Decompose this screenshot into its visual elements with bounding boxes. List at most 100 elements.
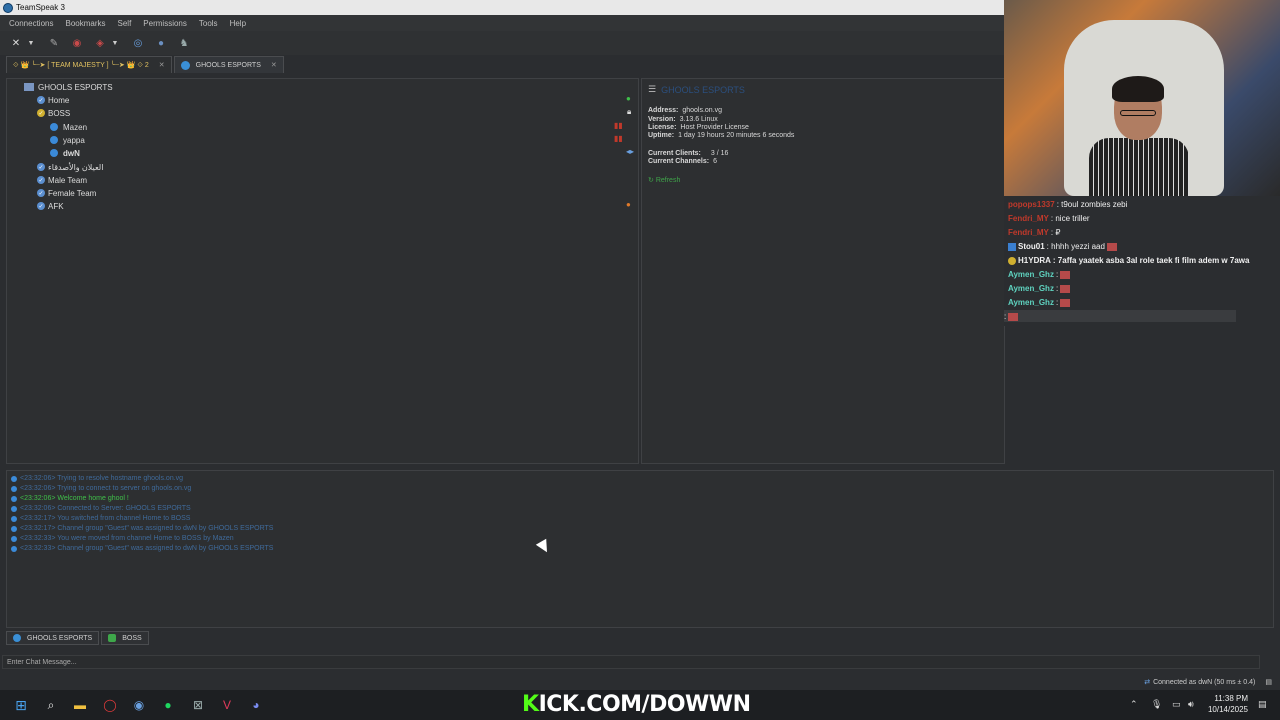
subscribe-icon[interactable]: ◎	[132, 37, 144, 49]
search-icon[interactable]: ⌕	[43, 697, 59, 713]
value: ghools.on.vg	[682, 107, 723, 114]
chat-text: :	[1055, 298, 1059, 307]
server-tabs: ⟐ 👑 ╰┈➤ [ TEAM MAJESTY ] ╰┈➤ 👑 ⟐ 2 ✕ GHO…	[0, 56, 1004, 73]
label: Current Clients:	[648, 150, 701, 157]
menu-permissions[interactable]: Permissions	[143, 19, 187, 28]
chat-text: : t9oul zombies zebi	[1056, 200, 1128, 209]
server-icon	[13, 634, 21, 642]
opera-icon[interactable]: ◯	[102, 697, 118, 713]
mute-speakers-icon[interactable]: ◉	[71, 37, 83, 49]
volume-icon[interactable]: 🔊︎	[1188, 699, 1194, 710]
menu-connections[interactable]: Connections	[9, 19, 53, 28]
dropdown-chevron-icon[interactable]: ▼	[25, 37, 37, 49]
label: License:	[648, 124, 677, 131]
stream-chat: popops1337: t9oul zombies zebi Fendri_MY…	[1004, 196, 1280, 326]
channel-icon: ✓	[37, 189, 45, 197]
version-row: Version: 3.13.6 Linux	[648, 116, 718, 123]
menu-self[interactable]: Self	[118, 19, 132, 28]
shirt	[1089, 138, 1189, 196]
tree-server[interactable]: GHOOLS ESPORTS	[24, 81, 113, 93]
window-title: TeamSpeak 3	[16, 3, 65, 12]
menu-help[interactable]: Help	[230, 19, 246, 28]
discord-icon[interactable]: ◕	[248, 697, 264, 713]
emote-icon	[1106, 242, 1117, 251]
dropdown-chevron-icon[interactable]: ▼	[109, 37, 121, 49]
toolbar: ✕ ▼ ✎ ◉ ◈ ▼ ◎ ● ♞	[0, 31, 1004, 55]
channel-male-team[interactable]: ✓ Male Team	[37, 174, 87, 186]
client-yappa[interactable]: yappa	[50, 134, 85, 146]
info-icon	[11, 545, 17, 552]
info-icon	[11, 505, 17, 512]
speaker-icon: ◂▸	[626, 147, 635, 156]
chat-message: Fendri_MY: nice triller	[1008, 214, 1090, 223]
xbox-icon[interactable]: ⊠	[190, 697, 206, 713]
client-dwn[interactable]: dwN	[50, 147, 80, 159]
teamspeak-icon[interactable]: ◉	[131, 697, 147, 713]
disconnect-icon[interactable]: ✕	[10, 37, 22, 49]
info-icon	[11, 475, 17, 482]
log-line: <23:32:33> You were moved from channel H…	[11, 535, 234, 542]
file-explorer-icon[interactable]: ▬	[72, 697, 88, 713]
news-icon[interactable]: ▤	[1265, 678, 1272, 686]
chat-message-input[interactable]: Enter Chat Message...	[2, 655, 1260, 669]
mute-microphone-icon[interactable]: ✎	[48, 37, 60, 49]
emote-icon	[1060, 298, 1071, 307]
start-icon[interactable]: ⊞	[13, 697, 29, 713]
info-icon	[11, 485, 17, 492]
log-text: <23:32:33> Channel group "Guest" was ass…	[20, 545, 274, 552]
chat-placeholder: Enter Chat Message...	[7, 658, 77, 666]
clients-row: Current Clients: 3 / 16	[648, 150, 728, 157]
log-text: <23:32:17> Channel group "Guest" was ass…	[20, 525, 274, 532]
chat-text: : ₽	[1050, 228, 1061, 237]
tab-team-majesty[interactable]: ⟐ 👑 ╰┈➤ [ TEAM MAJESTY ] ╰┈➤ 👑 ⟐ 2 ✕	[6, 56, 172, 73]
label: Address:	[648, 107, 679, 114]
notification-icon[interactable]: ▤	[1258, 699, 1267, 710]
menu-tools[interactable]: Tools	[199, 19, 218, 28]
log-line: <23:32:17> Channel group "Guest" was ass…	[11, 525, 273, 532]
channel-friends[interactable]: ✓ العيلان والأصدقاء	[37, 161, 103, 173]
channel-home[interactable]: ✓ Home	[37, 94, 69, 106]
chat-tab-channel[interactable]: BOSS	[101, 631, 149, 645]
away-icon[interactable]: ◈	[94, 37, 106, 49]
chat-tab-server[interactable]: GHOOLS ESPORTS	[6, 631, 100, 645]
label: Version:	[648, 116, 676, 123]
chat-text: :	[1004, 312, 1007, 321]
channel-boss[interactable]: ✓ BOSS	[37, 107, 70, 119]
group-badge-icon: ▮▮	[614, 134, 623, 143]
spotify-icon[interactable]: ●	[160, 697, 176, 713]
close-icon[interactable]: ✕	[159, 61, 165, 69]
log-text: <23:32:06> Connected to Server: GHOOLS E…	[20, 505, 191, 512]
channel-label: AFK	[48, 201, 64, 211]
client-mazen[interactable]: Mazen	[50, 121, 87, 133]
chat-user: popops1337	[1008, 200, 1055, 209]
info-icon	[11, 535, 17, 542]
chat-tab-label: GHOOLS ESPORTS	[27, 634, 93, 642]
tab-ghools-esports[interactable]: GHOOLS ESPORTS ✕	[173, 56, 284, 73]
lock-icon: 🔒︎	[627, 107, 632, 116]
menu-bookmarks[interactable]: Bookmarks	[65, 19, 105, 28]
refresh-link[interactable]: ↻ Refresh	[648, 176, 680, 184]
close-icon[interactable]: ✕	[271, 61, 277, 69]
chevron-up-icon[interactable]: ⌃	[1130, 699, 1138, 710]
channel-icon: ✓	[37, 176, 45, 184]
microphone-icon[interactable]: 🎙︎	[1151, 699, 1162, 710]
channel-afk[interactable]: ✓ AFK	[37, 200, 64, 212]
network-icon[interactable]: ▭	[1172, 699, 1181, 710]
hair	[1112, 76, 1164, 102]
group-badge-icon: ▮▮	[614, 121, 623, 130]
stream-chat-input: :	[1004, 310, 1236, 322]
avatar-icon[interactable]: ●	[155, 37, 167, 49]
log-text: <23:32:17> You switched from channel Hom…	[20, 515, 191, 522]
channel-female-team[interactable]: ✓ Female Team	[37, 187, 96, 199]
log-text: <23:32:06> Trying to resolve hostname gh…	[20, 475, 184, 482]
contacts-icon[interactable]: ♞	[178, 37, 190, 49]
log-line: <23:32:06> Trying to resolve hostname gh…	[11, 475, 183, 482]
uptime-row: Uptime: 1 day 19 hours 20 minutes 6 secon…	[648, 132, 794, 139]
badge-icon	[1008, 256, 1016, 265]
system-clock[interactable]: 11:38 PM 10/14/2025	[1208, 693, 1248, 715]
chat-message: :	[1004, 312, 1019, 321]
server-name: GHOOLS ESPORTS	[38, 82, 113, 92]
client-status-icon	[50, 149, 58, 157]
valorant-icon[interactable]: V	[219, 697, 235, 713]
emote-icon	[1060, 284, 1071, 293]
